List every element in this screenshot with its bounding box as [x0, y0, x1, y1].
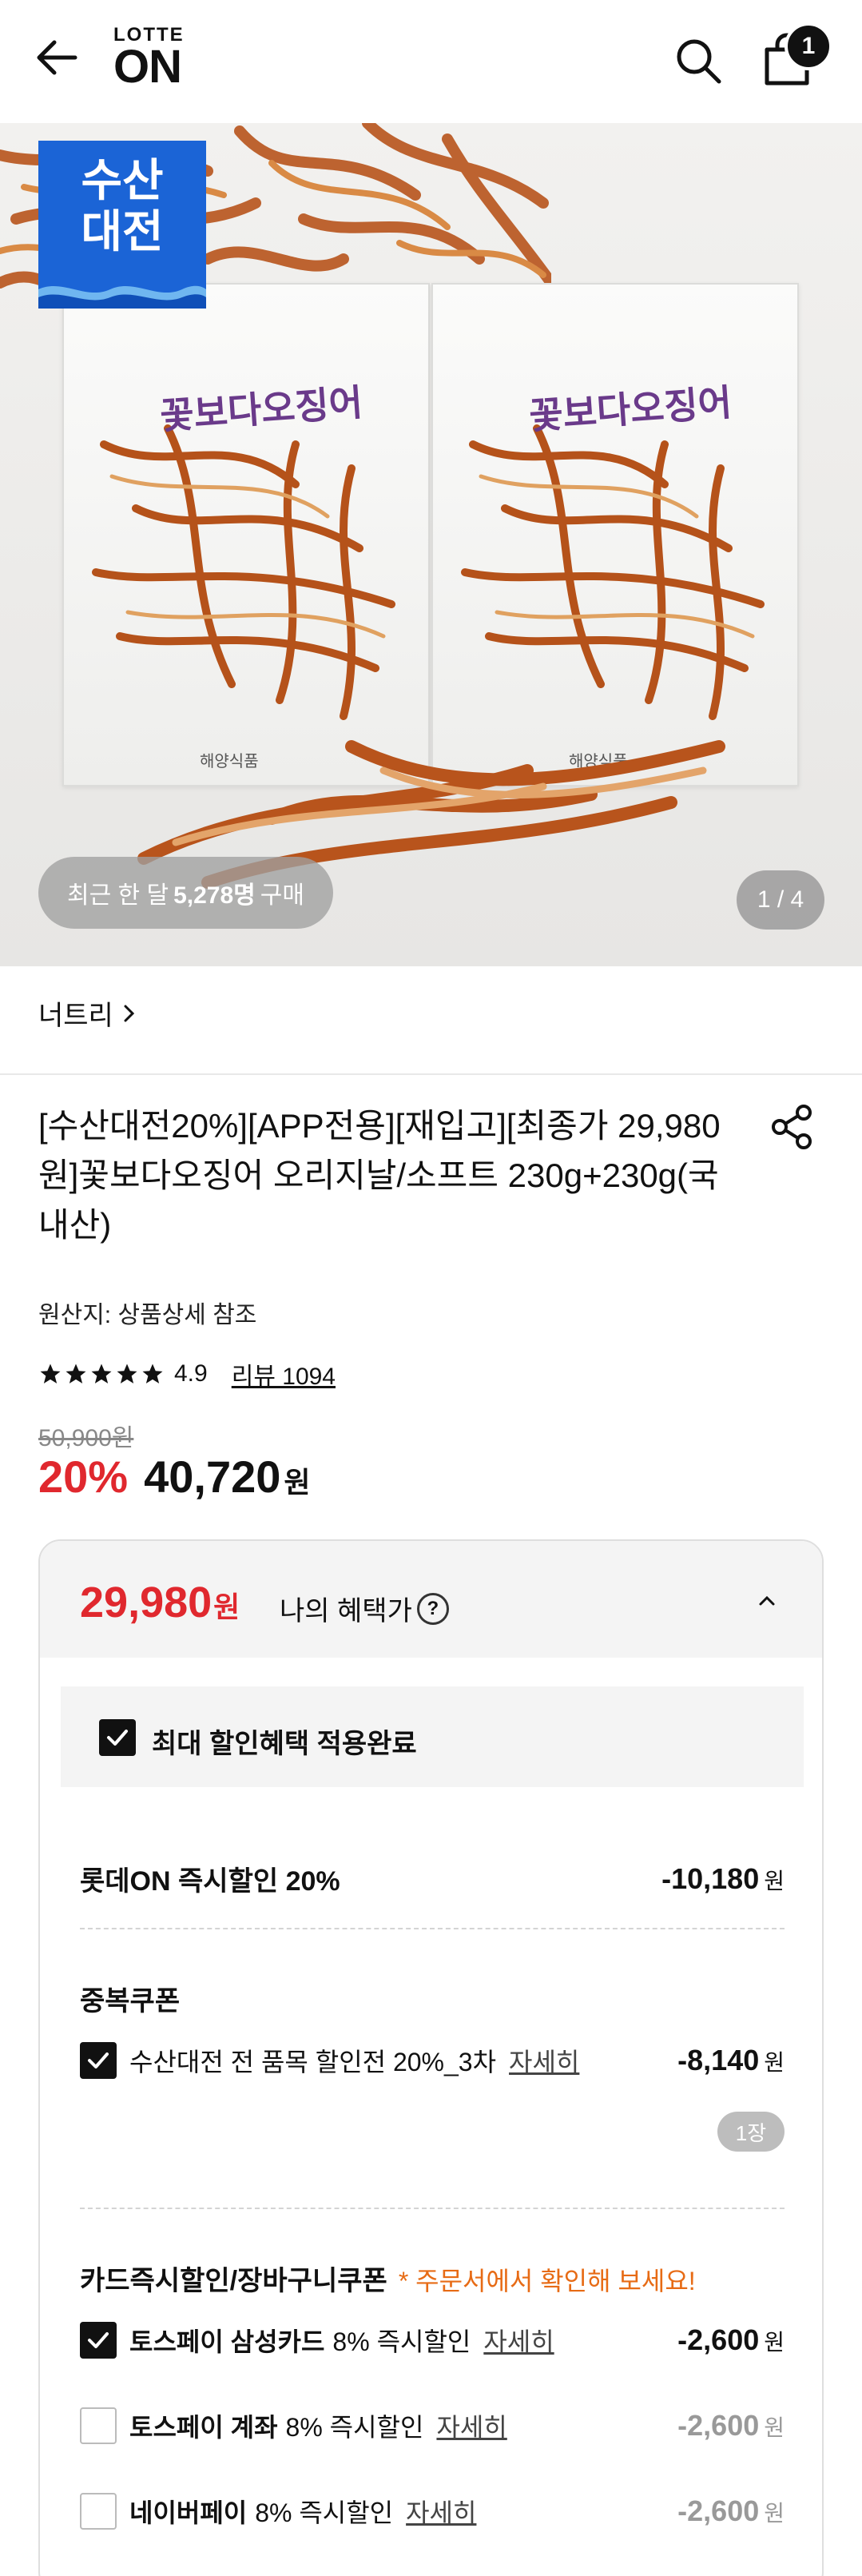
help-icon[interactable]: ?: [416, 1592, 449, 1625]
checkbox-checked[interactable]: [99, 1719, 136, 1756]
checkbox-unchecked[interactable]: [80, 2493, 117, 2530]
card-section-note: * 주문서에서 확인해 보세요!: [398, 2267, 696, 2295]
card-detail-link[interactable]: 자세히: [483, 2322, 554, 2359]
sale-price-row: 20% 40,720 원: [38, 1451, 311, 1503]
card-section-title: 카드즉시할인/장바구니쿠폰 * 주문서에서 확인해 보세요!: [80, 2266, 696, 2296]
dashed-divider: [80, 1928, 785, 1929]
checkbox-unchecked[interactable]: [80, 2407, 117, 2444]
back-arrow-icon[interactable]: [32, 32, 83, 83]
image-pager: 1 / 4: [737, 870, 824, 930]
coupon-count-pill: 1장: [717, 2112, 785, 2152]
checkbox-checked[interactable]: [80, 2042, 117, 2079]
dashed-divider: [80, 2208, 785, 2209]
review-link[interactable]: 리뷰 1094: [232, 1356, 336, 1392]
price-unit: 원: [284, 1466, 311, 1499]
benefit-header[interactable]: 29,980원 나의 혜택가 ?: [40, 1541, 822, 1658]
instant-discount-row: 롯데ON 즉시할인 20% -10,180 원: [80, 1861, 785, 1897]
rating-stars: [38, 1362, 165, 1386]
discount-rate: 20%: [38, 1451, 129, 1502]
origin-info: 원산지: 상품상세 참조: [38, 1302, 257, 1328]
search-icon[interactable]: [673, 35, 724, 86]
benefit-panel: 29,980원 나의 혜택가 ? 최대 할인혜택 적용완료 롯데ON 즉시할인 …: [38, 1539, 824, 2576]
chevron-right-icon: [124, 1005, 134, 1021]
max-discount-banner: 최대 할인혜택 적용완료: [61, 1686, 804, 1787]
rating-value: 4.9: [174, 1360, 208, 1387]
chevron-up-icon[interactable]: [751, 1584, 783, 1616]
star-icon: [40, 1364, 61, 1384]
checkbox-checked[interactable]: [80, 2322, 117, 2359]
card-detail-link[interactable]: 자세히: [406, 2493, 476, 2530]
card-detail-link[interactable]: 자세히: [436, 2407, 506, 2444]
share-icon[interactable]: [767, 1101, 818, 1153]
benefit-price: 29,980원: [80, 1579, 240, 1626]
star-icon: [91, 1364, 112, 1384]
card-discount-row: 토스페이 계좌 8% 즉시할인 자세히 -2,600 원: [80, 2407, 785, 2444]
cart-count-badge: 1: [785, 22, 832, 70]
sale-price: 40,720: [144, 1451, 281, 1502]
top-header: LOTTE ON 1: [0, 0, 862, 123]
recent-buyers-badge: 최근 한 달 5,278명 구매: [38, 857, 333, 929]
card-discount-row: 토스페이 삼성카드 8% 즉시할인 자세히 -2,600 원: [80, 2322, 785, 2359]
lotte-on-logo[interactable]: LOTTE ON: [113, 26, 185, 90]
benefit-label: 나의 혜택가 ?: [280, 1589, 449, 1628]
card-discount-row: 네이버페이 8% 즉시할인 자세히 -2,600 원: [80, 2493, 785, 2530]
coupon-section-title: 중복쿠폰: [80, 1986, 181, 2017]
original-price: 50,900원: [38, 1425, 134, 1451]
brand-link[interactable]: 너트리: [38, 993, 137, 1033]
product-title: [수산대전20%][APP전용][재입고][최종가 29,980원]꽃보다오징어…: [38, 1107, 721, 1244]
product-image-carousel[interactable]: 꽃보다오징어 해양식품 꽃보다오징어 해양식품 수산 대전 최근 한 달 5,2…: [0, 123, 862, 966]
star-icon: [66, 1364, 86, 1384]
coupon-detail-link[interactable]: 자세히: [509, 2042, 579, 2079]
section-divider: [0, 1073, 862, 1075]
rating-row: 4.9 리뷰 1094: [38, 1356, 336, 1392]
coupon-row: 수산대전 전 품목 할인전 20%_3차 자세히 -8,140 원: [80, 2042, 785, 2079]
star-icon: [117, 1364, 137, 1384]
star-icon: [142, 1364, 163, 1384]
seafood-festival-badge: 수산 대전: [38, 141, 206, 309]
